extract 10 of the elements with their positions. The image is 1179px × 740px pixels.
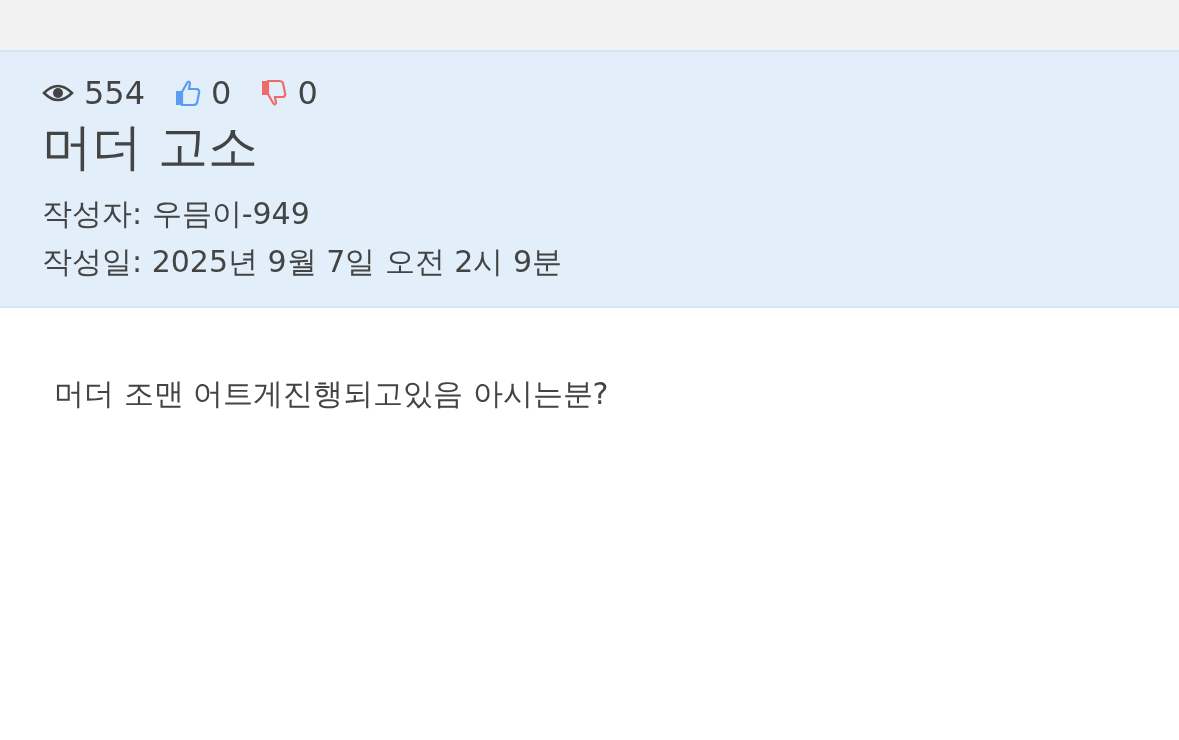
eye-icon	[42, 82, 74, 104]
like-count: 0	[211, 74, 232, 112]
post-title: 머더 고소	[42, 117, 259, 178]
post-author: 작성자: 우믐이-949	[42, 195, 311, 233]
post-date: 작성일: 2025년 9월 7일 오전 2시 9분	[42, 243, 564, 281]
post-body: 머더 조맨 어트게진행되고있음 아시는분?	[54, 375, 610, 413]
dislike-count: 0	[297, 74, 318, 112]
thumbs-down-icon[interactable]	[261, 79, 288, 107]
thumbs-up-icon[interactable]	[175, 79, 202, 107]
view-count: 554	[84, 74, 146, 112]
